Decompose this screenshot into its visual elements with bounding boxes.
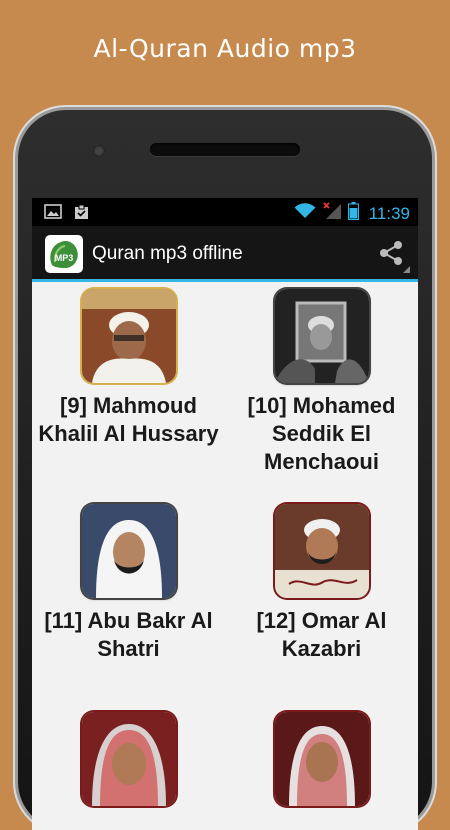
- overflow-indicator: [403, 266, 410, 273]
- reciter-item[interactable]: [9] Mahmoud Khalil Al Hussary: [32, 289, 225, 448]
- reciter-photo: [274, 289, 369, 383]
- signal-no-data-icon: [322, 202, 342, 225]
- phone-speaker: [150, 143, 300, 156]
- reciter-item[interactable]: [12] Omar Al Kazabri: [225, 504, 418, 663]
- wifi-icon: [294, 203, 316, 224]
- action-bar: MP3 Quran mp3 offline: [32, 226, 418, 282]
- reciter-name: [9] Mahmoud Khalil Al Hussary: [38, 393, 219, 446]
- reciter-photo: [81, 289, 176, 383]
- reciter-photo: [274, 504, 369, 598]
- image-notification-icon: [44, 204, 62, 225]
- app-title: Quran mp3 offline: [92, 243, 243, 264]
- reciter-photo: [274, 712, 369, 806]
- app-logo-icon[interactable]: MP3: [45, 235, 83, 273]
- reciter-item[interactable]: [11] Abu Bakr Al Shatri: [32, 504, 225, 663]
- reciter-name: [10] Mohamed Seddik El Menchaoui: [247, 393, 396, 474]
- reciter-photo: [81, 504, 176, 598]
- battery-icon: [347, 202, 359, 225]
- share-icon[interactable]: [378, 240, 404, 271]
- reciter-name: [11] Abu Bakr Al Shatri: [44, 608, 213, 661]
- front-camera: [93, 145, 105, 157]
- status-bar: 11:39: [32, 198, 418, 226]
- status-clock: 11:39: [368, 203, 410, 223]
- svg-text:MP3: MP3: [55, 253, 74, 263]
- phone-frame: 11:39 MP3 Quran mp3 offline [9] Mahmoud …: [18, 110, 432, 830]
- reciter-item[interactable]: [10] Mohamed Seddik El Menchaoui: [225, 289, 418, 476]
- reciter-photo: [81, 712, 176, 806]
- reciter-name: [12] Omar Al Kazabri: [256, 608, 387, 661]
- clipboard-check-icon: [74, 204, 89, 225]
- promo-title: Al-Quran Audio mp3: [93, 34, 357, 63]
- phone-screen: 11:39 MP3 Quran mp3 offline [9] Mahmoud …: [32, 198, 418, 830]
